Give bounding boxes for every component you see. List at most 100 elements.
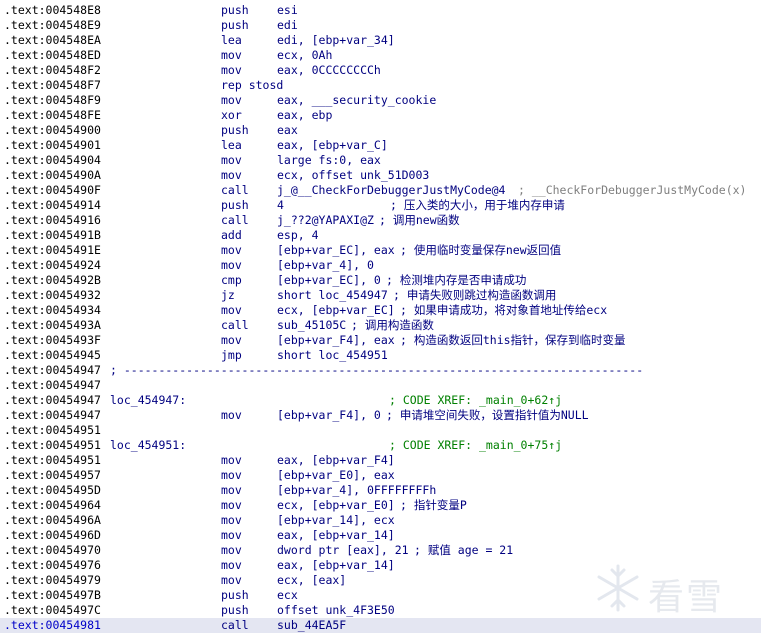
address: .text:0045497B	[4, 588, 101, 602]
address: .text:0045491E	[4, 243, 101, 257]
operands[interactable]: [ebp+var_EC], eax	[277, 243, 395, 258]
disasm-line[interactable]: .text:0045490A mov ecx, offset unk_51D003	[0, 168, 761, 183]
disasm-line[interactable]: .text:00454951 mov eax, [ebp+var_F4]	[0, 453, 761, 468]
disasm-line[interactable]: .text:004548FE xor eax, ebp	[0, 108, 761, 123]
disasm-line[interactable]: .text:00454947	[0, 378, 761, 393]
operands[interactable]: eax	[277, 123, 298, 138]
disasm-line[interactable]: .text:0045496A mov [ebp+var_14], ecx	[0, 513, 761, 528]
disasm-line[interactable]: .text:00454916 call j_??2@YAPAXI@Z ; 调用new函…	[0, 213, 761, 228]
address: .text:004548EA	[4, 33, 101, 47]
disasm-line[interactable]: .text:004548F2 mov eax, 0CCCCCCCCh	[0, 63, 761, 78]
operands[interactable]: 4	[277, 198, 284, 213]
operands[interactable]: [ebp+var_EC], 0	[277, 273, 381, 288]
operands[interactable]: eax, ebp	[277, 108, 332, 123]
disasm-line[interactable]: .text:00454924 mov [ebp+var_4], 0	[0, 258, 761, 273]
operands[interactable]: ecx, [ebp+var_E0]	[277, 498, 395, 513]
address: .text:004548ED	[4, 48, 101, 62]
disasm-line[interactable]: .text:00454901 lea eax, [ebp+var_C]	[0, 138, 761, 153]
mnemonic: call	[221, 213, 249, 227]
mnemonic: push	[221, 603, 249, 617]
operands[interactable]: sub_44EA5F	[277, 618, 346, 633]
operands[interactable]: short loc_454951	[277, 348, 388, 363]
operands[interactable]: [ebp+var_4], 0	[277, 258, 374, 273]
disasm-line[interactable]: .text:0045493A call sub_45105C ; 调用构造函数	[0, 318, 761, 333]
disasm-line[interactable]: .text:004548E9 push edi	[0, 18, 761, 33]
operands[interactable]: esp, 4	[277, 228, 319, 243]
operands[interactable]: sub_45105C	[277, 318, 346, 333]
disasm-line[interactable]: .text:004548F7 rep stosd	[0, 78, 761, 93]
operands[interactable]: eax, [ebp+var_14]	[277, 528, 395, 543]
operands[interactable]: ecx, 0Ah	[277, 48, 332, 63]
disasm-line[interactable]: .text:004548E8 push esi	[0, 3, 761, 18]
disasm-line[interactable]: .text:00454947 ; ------------------------…	[0, 363, 761, 378]
mnemonic: mov	[221, 153, 242, 167]
disasm-line[interactable]: .text:00454934 mov ecx, [ebp+var_EC] ; 如果申请…	[0, 303, 761, 318]
operands[interactable]: eax, [ebp+var_14]	[277, 558, 395, 573]
disasm-line[interactable]: .text:00454947 mov [ebp+var_F4], 0 ; 申请堆空间失…	[0, 408, 761, 423]
disasm-line[interactable]: .text:004548EA lea edi, [ebp+var_34]	[0, 33, 761, 48]
operands[interactable]: ecx	[277, 588, 298, 603]
mnemonic: mov	[221, 333, 242, 347]
comment: ; 使用临时变量保存new返回值	[400, 243, 562, 257]
operands[interactable]: ecx, offset unk_51D003	[277, 168, 429, 183]
disasm-line[interactable]: .text:00454945 jmp short loc_454951	[0, 348, 761, 363]
operands[interactable]: ecx, [eax]	[277, 573, 346, 588]
disasm-line[interactable]: .text:004548F9 mov eax, ___security_cookie	[0, 93, 761, 108]
disasm-line[interactable]: .text:0045490F call j_@__CheckForDebuggerJ…	[0, 183, 761, 198]
disasm-line[interactable]: .text:00454964 mov ecx, [ebp+var_E0] ; 指针变量…	[0, 498, 761, 513]
operands[interactable]: [ebp+var_E0], eax	[277, 468, 395, 483]
operands[interactable]: short loc_454947	[277, 288, 388, 303]
operands[interactable]: eax, [ebp+var_C]	[277, 138, 388, 153]
operands[interactable]: j_??2@YAPAXI@Z	[277, 213, 374, 228]
disasm-line[interactable]: .text:004548ED mov ecx, 0Ah	[0, 48, 761, 63]
operands[interactable]: [ebp+var_F4], eax	[277, 333, 395, 348]
address: .text:00454964	[4, 498, 101, 512]
operands[interactable]: [ebp+var_F4], 0	[277, 408, 381, 423]
current-line[interactable]: .text:00454981 call sub_44EA5F	[0, 618, 761, 633]
address: .text:00454932	[4, 288, 101, 302]
disasm-line[interactable]: .text:0045495D mov [ebp+var_4], 0FFFFFFFFh	[0, 483, 761, 498]
operands[interactable]: [ebp+var_4], 0FFFFFFFFh	[277, 483, 436, 498]
operands[interactable]: eax, 0CCCCCCCCh	[277, 63, 381, 78]
operands[interactable]: ecx, [ebp+var_EC]	[277, 303, 395, 318]
disasm-line[interactable]: .text:00454900 push eax	[0, 123, 761, 138]
operands[interactable]: eax, [ebp+var_F4]	[277, 453, 395, 468]
operands[interactable]: esi	[277, 3, 298, 18]
disasm-line[interactable]: .text:00454957 mov [ebp+var_E0], eax	[0, 468, 761, 483]
disasm-line[interactable]: .text:0045492B cmp [ebp+var_EC], 0 ; 检测堆内存是…	[0, 273, 761, 288]
address: .text:004548F9	[4, 93, 101, 107]
address: .text:004548E8	[4, 3, 101, 17]
xref-comment[interactable]: ; CODE XREF: _main_0+62↑j	[389, 393, 562, 408]
disasm-line[interactable]: .text:0045496D mov eax, [ebp+var_14]	[0, 528, 761, 543]
operands[interactable]: edi, [ebp+var_34]	[277, 33, 395, 48]
comment: ; 构造函数返回this指针，保存到临时变量	[400, 333, 626, 347]
operands[interactable]: eax, ___security_cookie	[277, 93, 436, 108]
operands[interactable]: large fs:0, eax	[277, 153, 381, 168]
operands[interactable]: dword ptr [eax], 21	[277, 543, 409, 558]
mnemonic: mov	[221, 468, 242, 482]
disasm-line[interactable]: .text:00454951	[0, 423, 761, 438]
disassembly-view[interactable]: .text:004548E8 push esi .text:004548E9 push e…	[0, 0, 761, 639]
address: .text:00454901	[4, 138, 101, 152]
disasm-line[interactable]: .text:0045493F mov [ebp+var_F4], eax ; 构造函数…	[0, 333, 761, 348]
separator-comment: ; --------------------------------------…	[110, 363, 644, 377]
disasm-line[interactable]: .text:00454947 loc_454947: ; CODE XREF: _m…	[0, 393, 761, 408]
code-label[interactable]: loc_454951:	[110, 438, 186, 453]
disasm-line[interactable]: .text:00454904 mov large fs:0, eax	[0, 153, 761, 168]
disasm-line[interactable]: .text:00454951 loc_454951: ; CODE XREF: _m…	[0, 438, 761, 453]
mnemonic: mov	[221, 243, 242, 257]
operands[interactable]: [ebp+var_14], ecx	[277, 513, 395, 528]
address: .text:004548F7	[4, 78, 101, 92]
disasm-line[interactable]: .text:0045491B add esp, 4	[0, 228, 761, 243]
address: .text:00454904	[4, 153, 101, 167]
operands[interactable]: edi	[277, 18, 298, 33]
disasm-line[interactable]: .text:00454932 jz short loc_454947 ; 申请失败则跳…	[0, 288, 761, 303]
disasm-line[interactable]: .text:0045491E mov [ebp+var_EC], eax ; 使用临时…	[0, 243, 761, 258]
operands[interactable]: offset unk_4F3E50	[277, 603, 395, 618]
operands[interactable]: j_@__CheckForDebuggerJustMyCode@4	[277, 183, 505, 198]
disasm-line[interactable]: .text:00454970 mov dword ptr [eax], 21 ; 赋值…	[0, 543, 761, 558]
address: .text:004548F2	[4, 63, 101, 77]
disasm-line[interactable]: .text:00454914 push 4 ; 压入类的大小，用于堆内存申请	[0, 198, 761, 213]
code-label[interactable]: loc_454947:	[110, 393, 186, 408]
xref-comment[interactable]: ; CODE XREF: _main_0+75↑j	[389, 438, 562, 453]
